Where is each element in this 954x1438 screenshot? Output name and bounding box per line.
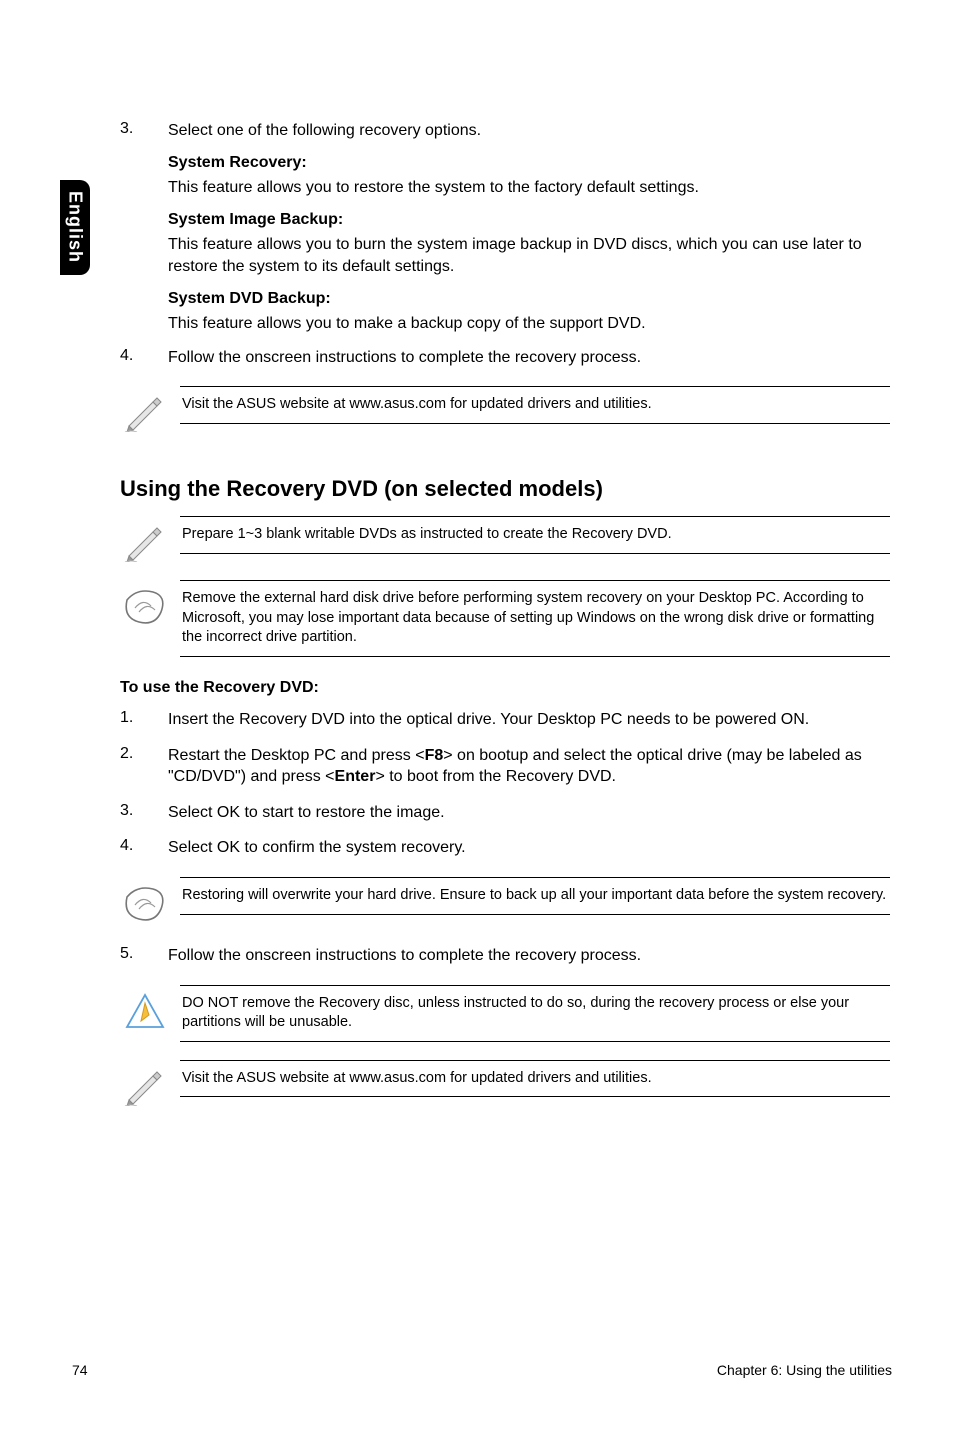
warning-text: DO NOT remove the Recovery disc, unless …: [180, 985, 890, 1042]
item-body: Select OK to start to restore the image.: [168, 802, 890, 824]
item-number: 1.: [120, 709, 168, 731]
item-number: 4.: [120, 837, 168, 859]
instruction-list-1: 3. Select one of the following recovery …: [120, 120, 890, 368]
text-part: Restart the Desktop PC and press <: [168, 747, 425, 764]
note-text: Prepare 1~3 blank writable DVDs as instr…: [180, 516, 890, 554]
list-item: 2. Restart the Desktop PC and press <F8>…: [120, 745, 890, 788]
pencil-icon: [110, 1060, 180, 1106]
hand-icon: [110, 877, 180, 927]
section-title: Using the Recovery DVD (on selected mode…: [120, 476, 890, 502]
note-callout: Visit the ASUS website at www.asus.com f…: [110, 386, 890, 432]
sub-text: This feature allows you to make a backup…: [168, 313, 890, 335]
chapter-label: Chapter 6: Using the utilities: [717, 1362, 892, 1378]
text-part: > to boot from the Recovery DVD.: [375, 768, 616, 785]
note-callout: Visit the ASUS website at www.asus.com f…: [110, 1060, 890, 1106]
page: English 3. Select one of the following r…: [0, 0, 954, 1438]
sub-text: This feature allows you to burn the syst…: [168, 234, 890, 277]
content-area: 3. Select one of the following recovery …: [120, 120, 890, 1124]
item-number: 5.: [120, 945, 168, 967]
page-footer: 74 Chapter 6: Using the utilities: [72, 1362, 892, 1378]
instruction-list-3: 5. Follow the onscreen instructions to c…: [120, 945, 890, 967]
list-item: 4. Select OK to confirm the system recov…: [120, 837, 890, 859]
note-text: Visit the ASUS website at www.asus.com f…: [180, 1060, 890, 1098]
list-item: 3. Select OK to start to restore the ima…: [120, 802, 890, 824]
key-label: F8: [425, 747, 444, 764]
page-number: 74: [72, 1362, 88, 1378]
hand-icon: [110, 580, 180, 630]
note-text: Visit the ASUS website at www.asus.com f…: [180, 386, 890, 424]
item-body: Follow the onscreen instructions to comp…: [168, 945, 890, 967]
item-body: Restart the Desktop PC and press <F8> on…: [168, 745, 890, 788]
instruction-list-2: 1. Insert the Recovery DVD into the opti…: [120, 709, 890, 859]
item-number: 3.: [120, 802, 168, 824]
important-text: Restoring will overwrite your hard drive…: [180, 877, 890, 915]
warning-callout: DO NOT remove the Recovery disc, unless …: [110, 985, 890, 1042]
note-callout: Prepare 1~3 blank writable DVDs as instr…: [110, 516, 890, 562]
list-item: 5. Follow the onscreen instructions to c…: [120, 945, 890, 967]
important-text: Remove the external hard disk drive befo…: [180, 580, 890, 657]
item-lead-text: Select one of the following recovery opt…: [168, 120, 890, 142]
sub-heading: System DVD Backup:: [168, 288, 890, 310]
item-number: 2.: [120, 745, 168, 788]
item-body: Insert the Recovery DVD into the optical…: [168, 709, 890, 731]
item-body: Follow the onscreen instructions to comp…: [168, 347, 890, 369]
important-callout: Remove the external hard disk drive befo…: [110, 580, 890, 657]
item-number: 3.: [120, 120, 168, 341]
key-label: Enter: [335, 768, 376, 785]
sub-text: This feature allows you to restore the s…: [168, 177, 890, 199]
sub-heading: System Recovery:: [168, 152, 890, 174]
pencil-icon: [110, 516, 180, 562]
warning-icon: [110, 985, 180, 1031]
list-item: 4. Follow the onscreen instructions to c…: [120, 347, 890, 369]
item-number: 4.: [120, 347, 168, 369]
important-callout: Restoring will overwrite your hard drive…: [110, 877, 890, 927]
item-body: Select OK to confirm the system recovery…: [168, 837, 890, 859]
item-body: Select one of the following recovery opt…: [168, 120, 890, 341]
list-item: 3. Select one of the following recovery …: [120, 120, 890, 341]
sub-heading: System Image Backup:: [168, 209, 890, 231]
procedure-heading: To use the Recovery DVD:: [120, 679, 890, 697]
pencil-icon: [110, 386, 180, 432]
list-item: 1. Insert the Recovery DVD into the opti…: [120, 709, 890, 731]
language-tab: English: [60, 180, 90, 275]
